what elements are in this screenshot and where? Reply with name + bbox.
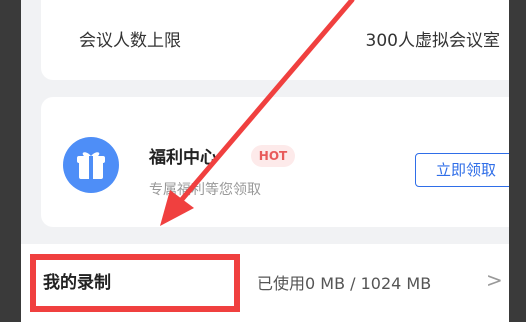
annotation-arrow: [160, 0, 355, 226]
arrow-head: [160, 190, 194, 226]
arrow-shaft: [175, 0, 355, 207]
